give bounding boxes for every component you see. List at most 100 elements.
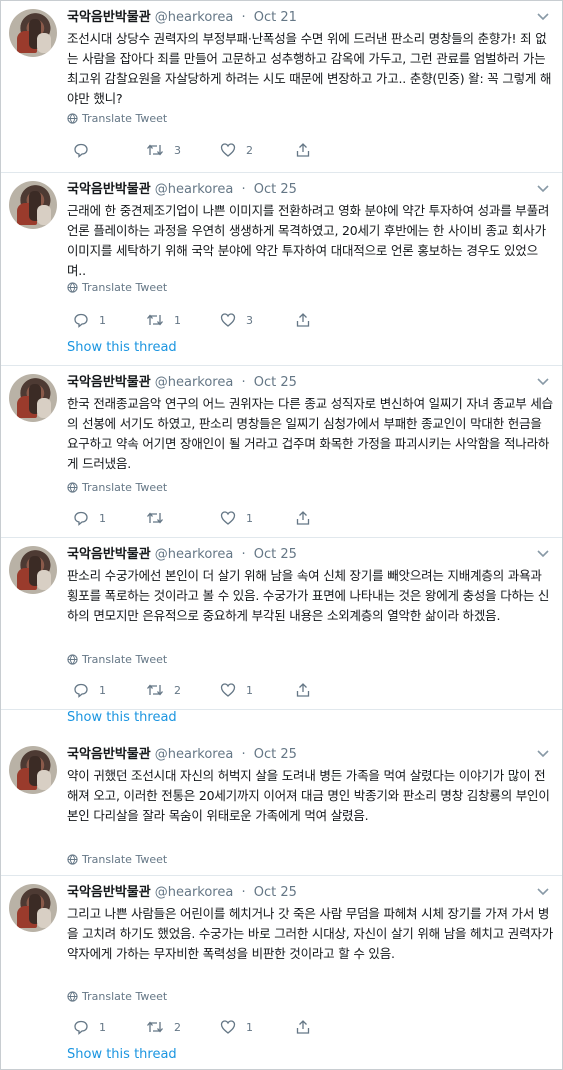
tweet[interactable]: 국악음반박물관 @hearkorea · Oct 25 근래에 한 중견제조기업이…	[1, 173, 562, 366]
retweet-count: 3	[174, 143, 181, 157]
reply-button[interactable]: 1	[73, 681, 106, 699]
tweet-header: 국악음반박물관 @hearkorea · Oct 25	[67, 182, 297, 197]
retweet-button[interactable]: 1	[146, 311, 181, 329]
handle[interactable]: @hearkorea	[155, 547, 234, 562]
tweet-actions: 1 2 1	[67, 681, 367, 699]
retweet-icon	[147, 144, 163, 156]
tweet-header: 국악음반박물관 @hearkorea · Oct 25	[67, 747, 297, 762]
tweet[interactable]: 국악음반박물관 @hearkorea · Oct 25 한국 전래종교음악 연구의…	[1, 366, 562, 538]
tweet-text: 한국 전래종교음악 연구의 어느 권위자는 다른 종교 성직자로 변신하여 일찌…	[67, 396, 553, 471]
globe-icon	[67, 991, 78, 1002]
reply-count: 1	[99, 683, 106, 697]
heart-icon	[220, 683, 236, 697]
avatar[interactable]	[9, 884, 57, 932]
tweet-text: 조선시대 상당수 권력자의 부정부패·난폭성을 수면 위에 드러낸 판소리 명창…	[67, 31, 552, 106]
chevron-down-icon[interactable]	[536, 886, 550, 898]
retweet-icon	[147, 684, 163, 696]
show-thread-link[interactable]: Show this thread	[67, 339, 177, 357]
share-button[interactable]	[296, 681, 310, 699]
avatar[interactable]	[9, 9, 57, 57]
tweet-header: 국악음반박물관 @hearkorea · Oct 25	[67, 375, 297, 390]
chevron-down-icon[interactable]	[536, 376, 550, 388]
tweet[interactable]: 국악음반박물관 @hearkorea · Oct 21 조선시대 상당수 권력자의…	[1, 1, 562, 173]
heart-icon	[220, 511, 236, 525]
avatar[interactable]	[9, 546, 57, 594]
translate-tweet-link[interactable]: Translate Tweet	[67, 852, 167, 868]
tweet[interactable]: 국악음반박물관 @hearkorea · Oct 25 약이 귀했던 조선시대 자…	[1, 738, 562, 876]
retweet-count: 2	[174, 683, 181, 697]
retweet-icon	[147, 1021, 163, 1033]
share-button[interactable]	[296, 311, 310, 329]
handle[interactable]: @hearkorea	[155, 375, 234, 390]
timestamp[interactable]: Oct 21	[254, 10, 297, 25]
retweet-button[interactable]: 3	[146, 141, 181, 159]
handle[interactable]: @hearkorea	[155, 747, 234, 762]
tweet-actions: 1 1 3	[67, 311, 367, 329]
tweet-header: 국악음반박물관 @hearkorea · Oct 25	[67, 885, 297, 900]
reply-button[interactable]: 1	[73, 1018, 106, 1036]
retweet-button[interactable]: 2	[146, 681, 181, 699]
timestamp[interactable]: Oct 25	[254, 375, 297, 390]
chevron-down-icon[interactable]	[536, 183, 550, 195]
display-name[interactable]: 국악음반박물관	[67, 885, 151, 900]
display-name[interactable]: 국악음반박물관	[67, 375, 151, 390]
share-button[interactable]	[296, 1018, 310, 1036]
globe-icon	[67, 282, 78, 293]
like-count: 1	[246, 1020, 253, 1034]
display-name[interactable]: 국악음반박물관	[67, 747, 151, 762]
reply-icon	[74, 683, 88, 698]
like-button[interactable]: 3	[220, 311, 253, 329]
avatar[interactable]	[9, 374, 57, 422]
translate-tweet-link[interactable]: Translate Tweet	[67, 480, 167, 496]
tweet-header: 국악음반박물관 @hearkorea · Oct 21	[67, 10, 297, 25]
show-thread-link[interactable]: Show this thread	[67, 709, 177, 727]
display-name[interactable]: 국악음반박물관	[67, 182, 151, 197]
display-name[interactable]: 국악음반박물관	[67, 547, 151, 562]
chevron-down-icon[interactable]	[536, 548, 550, 560]
like-button[interactable]: 1	[220, 509, 253, 527]
share-icon	[296, 511, 310, 525]
retweet-count: 1	[174, 313, 181, 327]
handle[interactable]: @hearkorea	[155, 885, 234, 900]
timestamp[interactable]: Oct 25	[254, 547, 297, 562]
tweet[interactable]: 국악음반박물관 @hearkorea · Oct 25 판소리 수궁가에선 본인이…	[1, 538, 562, 725]
tweet-text: 근래에 한 중견제조기업이 나쁜 이미지를 전환하려고 영화 분야에 약간 투자…	[67, 203, 550, 278]
timestamp[interactable]: Oct 25	[254, 747, 297, 762]
reply-icon	[74, 313, 88, 328]
like-count: 3	[246, 313, 253, 327]
translate-tweet-link[interactable]: Translate Tweet	[67, 652, 167, 668]
timestamp[interactable]: Oct 25	[254, 182, 297, 197]
like-button[interactable]: 2	[220, 141, 253, 159]
reply-button[interactable]	[73, 141, 99, 159]
share-button[interactable]	[296, 509, 310, 527]
timestamp[interactable]: Oct 25	[254, 885, 297, 900]
retweet-button[interactable]: 2	[146, 1018, 181, 1036]
avatar[interactable]	[9, 746, 57, 794]
tweet[interactable]: 국악음반박물관 @hearkorea · Oct 25 그리고 나쁜 사람들은 어…	[1, 876, 562, 1070]
tweet-text: 그리고 나쁜 사람들은 어린이를 헤치거나 갓 죽은 사람 무덤을 파헤쳐 시체…	[67, 906, 554, 961]
share-button[interactable]	[296, 141, 310, 159]
reply-button[interactable]: 1	[73, 509, 106, 527]
reply-button[interactable]: 1	[73, 311, 106, 329]
reply-icon	[74, 1020, 88, 1035]
retweet-button[interactable]	[146, 509, 174, 527]
retweet-icon	[147, 314, 163, 326]
translate-tweet-link[interactable]: Translate Tweet	[67, 280, 167, 296]
translate-tweet-link[interactable]: Translate Tweet	[67, 111, 167, 127]
globe-icon	[67, 854, 78, 865]
display-name[interactable]: 국악음반박물관	[67, 10, 151, 25]
tweet-text: 약이 귀했던 조선시대 자신의 허벅지 살을 도려내 병든 가족을 먹여 살렸다…	[67, 768, 550, 823]
handle[interactable]: @hearkorea	[155, 10, 234, 25]
chevron-down-icon[interactable]	[536, 748, 550, 760]
retweet-icon	[147, 512, 163, 524]
like-button[interactable]: 1	[220, 1018, 253, 1036]
show-thread-link[interactable]: Show this thread	[67, 1046, 177, 1064]
translate-tweet-link[interactable]: Translate Tweet	[67, 989, 167, 1005]
chevron-down-icon[interactable]	[536, 11, 550, 23]
avatar[interactable]	[9, 181, 57, 229]
globe-icon	[67, 482, 78, 493]
like-button[interactable]: 1	[220, 681, 253, 699]
handle[interactable]: @hearkorea	[155, 182, 234, 197]
heart-icon	[220, 143, 236, 157]
heart-icon	[220, 1020, 236, 1034]
